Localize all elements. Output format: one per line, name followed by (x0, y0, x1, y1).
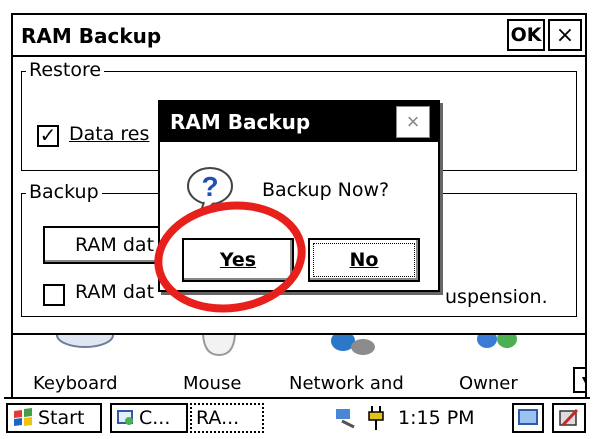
restore-checkbox-label[interactable]: Data res (69, 123, 149, 145)
svg-text:?: ? (201, 171, 218, 202)
cp-label-keyboard: Keyboard (33, 373, 118, 394)
checkmark-icon: ✓ (39, 125, 57, 147)
ram-data-checkbox[interactable] (43, 284, 65, 306)
close-button[interactable]: × (548, 19, 582, 51)
restore-checkbox[interactable]: ✓ (37, 125, 59, 147)
system-tray: 1:15 PM (334, 403, 475, 433)
ram-data-checkbox-label[interactable]: RAM dat (75, 281, 154, 303)
network-icon (331, 335, 375, 355)
cp-label-owner: Owner (459, 373, 518, 394)
dialog-title: RAM Backup (170, 110, 311, 134)
restore-legend: Restore (26, 59, 105, 81)
start-label: Start (38, 407, 85, 429)
ok-button[interactable]: OK (507, 19, 545, 51)
cp-label-network: Network and (289, 373, 404, 394)
power-plug-icon[interactable] (366, 404, 390, 432)
dialog-close-button[interactable]: × (396, 106, 430, 138)
keyboard-icon (56, 335, 114, 348)
backup-legend: Backup (26, 181, 102, 203)
device-screen: RAM Backup OK × Restore ✓ Data res Backu… (0, 0, 593, 439)
no-label: No (349, 249, 379, 271)
control-panel-strip: Keyboard Mouse Network and Owner ▼ (11, 335, 587, 397)
control-panel-icon (117, 410, 133, 425)
dialog-titlebar: RAM Backup × (160, 102, 438, 142)
suspension-text: uspension. (445, 286, 548, 308)
pen-icon (559, 408, 579, 427)
cp-label-mouse: Mouse (183, 373, 242, 394)
scroll-down-button[interactable]: ▼ (573, 367, 585, 393)
mouse-icon (202, 335, 236, 357)
dialog-message: Backup Now? (262, 179, 390, 201)
windows-flag-icon (14, 408, 32, 426)
window-titlebar: RAM Backup OK × (13, 15, 585, 57)
task2-label: RA... (196, 407, 240, 429)
desktop-switch-button[interactable] (512, 403, 544, 433)
window-title: RAM Backup (21, 24, 162, 48)
start-button[interactable]: Start (6, 403, 102, 433)
taskbar-item-ram-backup[interactable]: RA... (190, 403, 264, 433)
desktop-icon (518, 409, 538, 425)
task1-label: C... (139, 407, 171, 429)
taskbar: Start C... RA... 1:15 PM (4, 397, 590, 435)
taskbar-item-control-panel[interactable]: C... (110, 403, 188, 433)
no-button[interactable]: No (308, 238, 420, 282)
input-panel-button[interactable] (552, 403, 586, 433)
clock[interactable]: 1:15 PM (398, 407, 475, 429)
network-status-icon[interactable] (334, 405, 362, 431)
owner-icon (477, 335, 517, 348)
